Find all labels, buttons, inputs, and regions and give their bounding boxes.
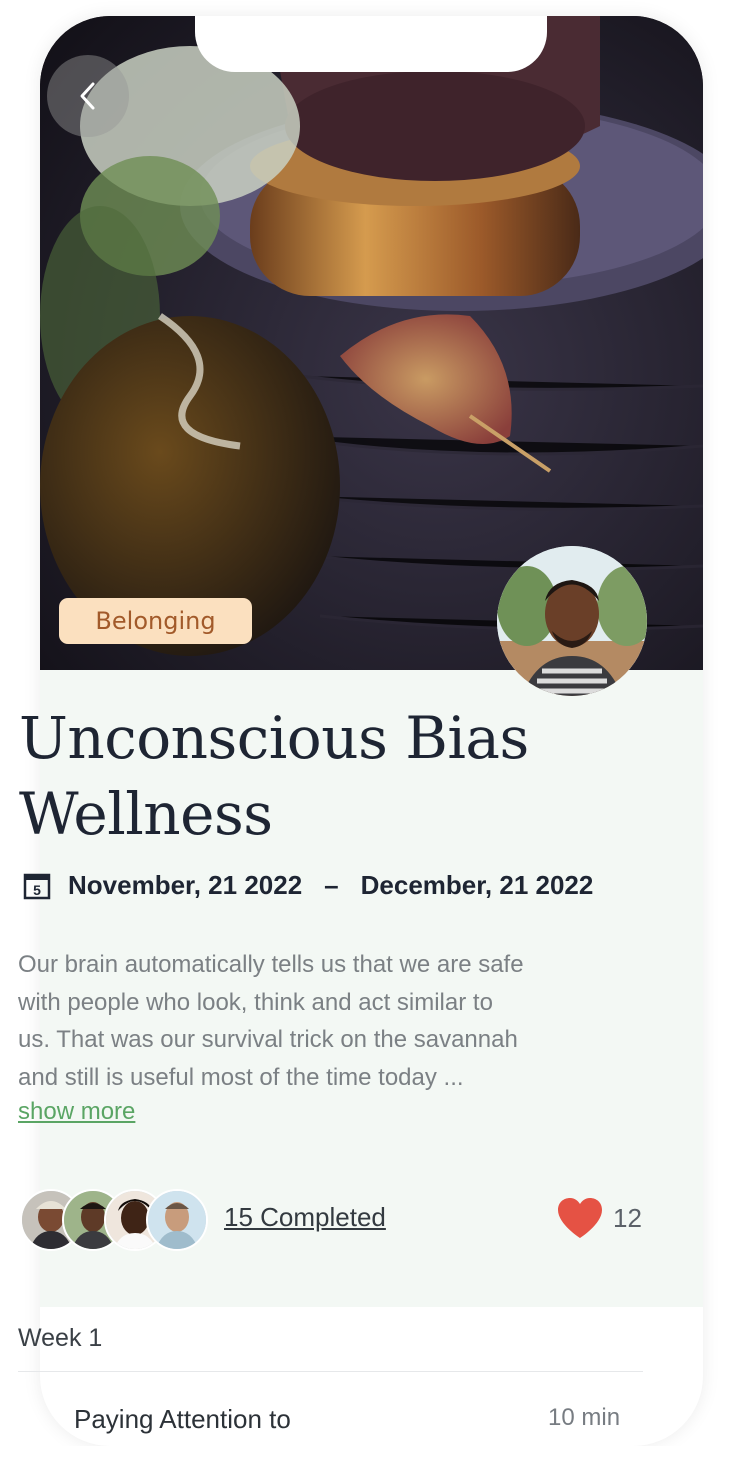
phone-notch (195, 16, 547, 72)
description-line: with people who look, think and act simi… (18, 988, 493, 1016)
description-line: us. That was our survival trick on the s… (18, 1026, 518, 1053)
lesson-duration: 10 min (548, 1404, 621, 1431)
date-separator: – (324, 869, 339, 900)
week-label: Week 1 (18, 1324, 103, 1352)
start-date: November, 21 2022 (68, 869, 303, 900)
author-avatar[interactable] (497, 546, 647, 696)
divider (18, 1371, 643, 1372)
chevron-left-icon (80, 82, 95, 110)
lesson-title[interactable]: Paying Attention to (74, 1404, 291, 1435)
course-description: Our brain automatically tells us that we… (18, 946, 638, 1096)
page-bottom-margin (0, 1446, 740, 1478)
like-count: 12 (613, 1203, 642, 1233)
calendar-day: 5 (33, 882, 41, 898)
show-more-link[interactable]: show more (18, 1098, 135, 1126)
course-title-line2: Wellness (19, 780, 273, 848)
description-line: and still is useful most of the time tod… (18, 1063, 464, 1091)
date-range: 5 November, 21 2022 – December, 21 2022 (22, 868, 593, 902)
course-title: Unconscious Bias Wellness (19, 700, 639, 852)
course-title-line1: Unconscious Bias (19, 704, 529, 772)
participant-avatar (146, 1189, 208, 1251)
heart-icon[interactable] (555, 1196, 605, 1240)
category-tag[interactable]: Belonging (59, 598, 252, 644)
end-date: December, 21 2022 (360, 869, 594, 900)
completed-count-link[interactable]: 15 Completed (224, 1202, 386, 1233)
calendar-icon: 5 (23, 873, 51, 900)
description-line: Our brain automatically tells us that we… (18, 951, 524, 978)
back-button[interactable] (47, 55, 129, 137)
